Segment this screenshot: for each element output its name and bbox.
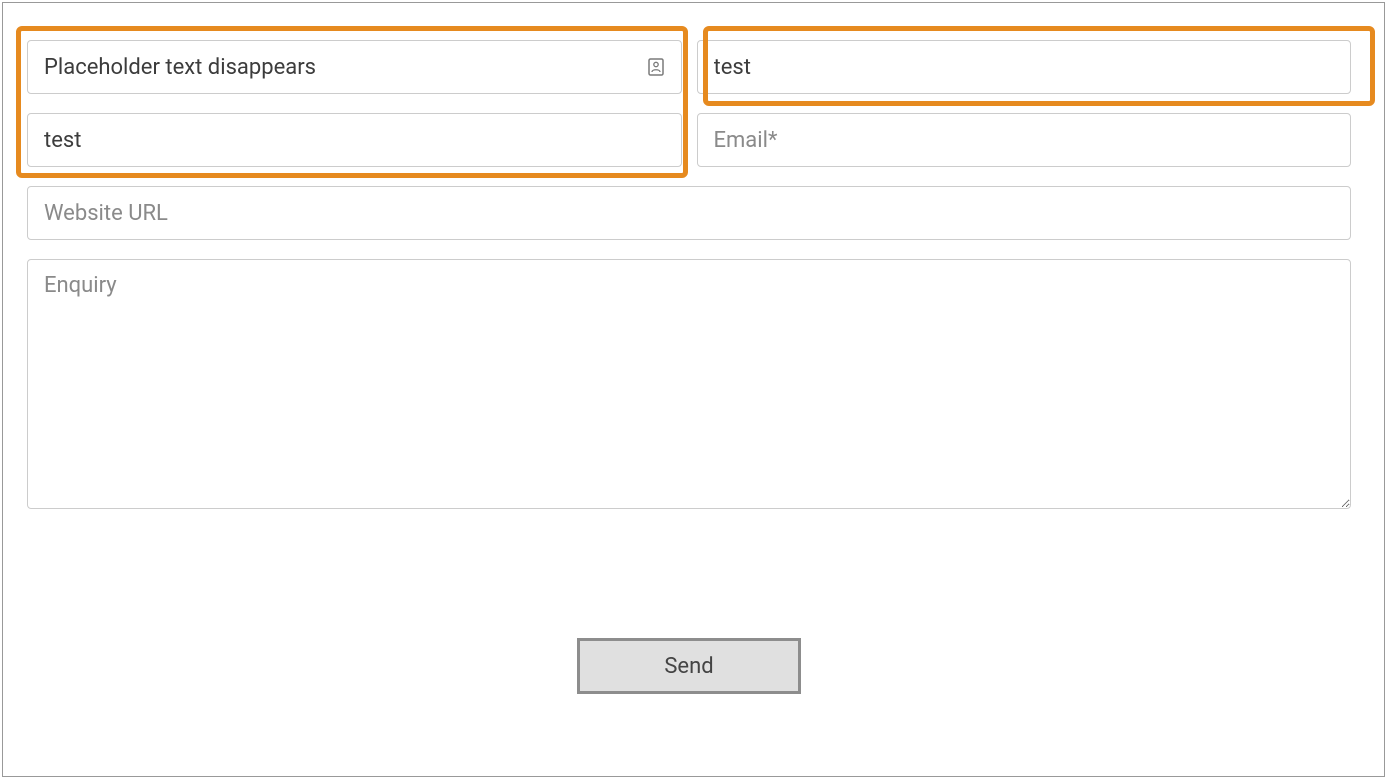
form-frame: Send [2, 2, 1385, 777]
enquiry-textarea[interactable] [27, 259, 1351, 509]
send-button[interactable]: Send [577, 638, 801, 694]
website-url-input[interactable] [27, 186, 1351, 240]
phone-input[interactable] [27, 113, 682, 167]
name-input[interactable] [27, 40, 682, 94]
email-input[interactable] [697, 113, 1352, 167]
contact-form: Send [27, 40, 1351, 694]
surname-input[interactable] [697, 40, 1352, 94]
